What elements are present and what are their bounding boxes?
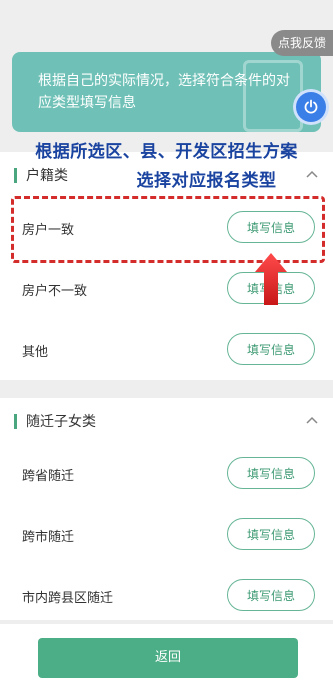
annotation-line-2: 选择对应报名类型 [136, 171, 277, 191]
chevron-up-icon[interactable] [305, 415, 319, 425]
fill-info-button[interactable]: 填写信息 [227, 518, 315, 550]
section-header[interactable]: 随迁子女类 [0, 398, 333, 444]
power-icon [304, 99, 318, 114]
info-banner: 根据自己的实际情况，选择符合条件的对应类型填写信息 [12, 52, 321, 132]
fill-info-button[interactable]: 填写信息 [227, 579, 315, 611]
section-title: 随迁子女类 [26, 414, 96, 430]
list-item: 市内跨县区随迁 填写信息 [0, 566, 333, 627]
footer-bar: 返回 [0, 624, 333, 700]
power-button[interactable] [296, 92, 326, 122]
fill-info-button[interactable]: 填写信息 [227, 457, 315, 489]
back-button[interactable]: 返回 [38, 638, 298, 678]
list-item: 其他 填写信息 [0, 320, 333, 381]
annotation-line-1: 根据所选区、县、开发区招生方案 [35, 142, 298, 162]
feedback-button[interactable]: 点我反馈 [271, 30, 333, 56]
section-marker [14, 168, 17, 183]
up-arrow-icon [255, 253, 287, 305]
fill-info-button[interactable]: 填写信息 [227, 333, 315, 365]
section-marker [14, 414, 17, 429]
row-label: 市内跨县区随迁 [22, 591, 114, 606]
list-item: 跨市随迁 填写信息 [0, 505, 333, 566]
row-label: 房户不一致 [22, 284, 88, 299]
list-item: 跨省随迁 填写信息 [0, 444, 333, 505]
banner-decoration [243, 60, 303, 132]
row-label: 跨省随迁 [22, 469, 75, 484]
section-card-migrant: 随迁子女类 跨省随迁 填写信息 跨市随迁 填写信息 市内跨县区随迁 填写信息 [0, 398, 333, 620]
row-label: 其他 [22, 345, 49, 360]
row-label: 跨市随迁 [22, 530, 75, 545]
